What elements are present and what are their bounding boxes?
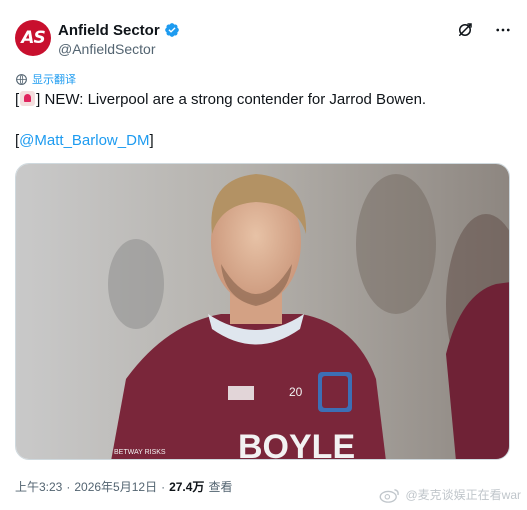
weibo-logo-icon bbox=[380, 488, 400, 503]
meta-separator: · bbox=[161, 479, 166, 494]
views-count: 27.4万 bbox=[169, 480, 205, 494]
siren-emoji-icon bbox=[20, 91, 36, 106]
header-actions bbox=[455, 20, 513, 40]
tweet-meta: 上午3:23 · 2026年5月12日 · 27.4万 查看 bbox=[15, 478, 232, 495]
weibo-watermark: @麦克谈娱正在看war bbox=[379, 486, 521, 503]
verified-badge-icon bbox=[164, 23, 179, 37]
display-name[interactable]: Anfield Sector bbox=[58, 22, 160, 39]
tweet-headline: ] NEW: Liverpool are a strong contender … bbox=[36, 91, 427, 108]
tweet-header: AS Anfield Sector @AnfieldSector bbox=[15, 18, 513, 60]
more-icon[interactable] bbox=[493, 20, 513, 40]
sleeve-sponsor: BETWAY RISKS bbox=[114, 449, 166, 456]
tweet-time[interactable]: 上午3:23 bbox=[15, 478, 62, 495]
tweet-date[interactable]: 2026年5月12日 bbox=[74, 478, 157, 495]
player-photo: 20 BOYLE BETWAY RISKS bbox=[16, 164, 509, 460]
shirt-sponsor: BOYLE bbox=[238, 428, 355, 460]
avatar[interactable]: AS bbox=[15, 20, 51, 56]
mention-bracket-close: ] bbox=[149, 132, 154, 149]
watermark-text: @麦克谈娱正在看war bbox=[405, 488, 521, 502]
tweet-media-image[interactable]: 20 BOYLE BETWAY RISKS bbox=[15, 163, 510, 460]
show-translation-link[interactable]: 显示翻译 bbox=[15, 71, 76, 87]
shirt-number: 20 bbox=[289, 385, 303, 399]
mention-link[interactable]: @Matt_Barlow_DM bbox=[19, 132, 149, 149]
tweet-mention-line: [@Matt_Barlow_DM] bbox=[15, 131, 154, 151]
avatar-logo-text: AS bbox=[21, 28, 45, 48]
tweet-bracket-open: [ bbox=[15, 91, 20, 108]
translate-globe-icon bbox=[16, 73, 27, 85]
author-handle[interactable]: @AnfieldSector bbox=[58, 41, 180, 57]
display-name-row: Anfield Sector bbox=[58, 20, 180, 40]
tweet-text: [ ] NEW: Liverpool are a strong contender… bbox=[15, 90, 512, 110]
grok-glyph bbox=[459, 23, 472, 36]
author-info: Anfield Sector @AnfieldSector bbox=[58, 20, 180, 57]
views-label: 查看 bbox=[208, 480, 233, 494]
meta-separator: · bbox=[66, 479, 71, 494]
grok-icon[interactable] bbox=[455, 20, 475, 40]
show-translation-label: 显示翻译 bbox=[32, 74, 76, 86]
more-glyph bbox=[496, 28, 510, 32]
